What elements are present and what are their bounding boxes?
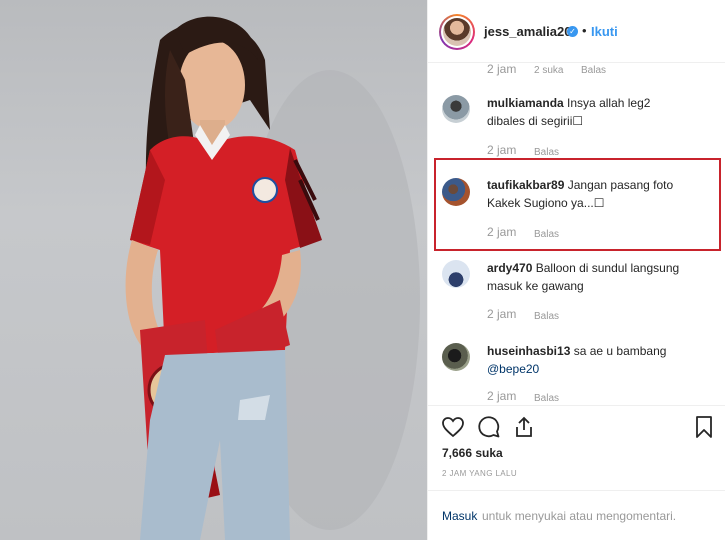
reply-button[interactable]: Balas xyxy=(534,226,559,240)
post-side-panel: jess_amalia20 ✓ • Ikuti 2 jam 2 suka Bal… xyxy=(427,0,725,540)
post-photo xyxy=(0,0,427,540)
reply-button[interactable]: Balas xyxy=(534,308,559,322)
bookmark-icon[interactable] xyxy=(694,415,714,439)
author-avatar[interactable] xyxy=(439,14,475,50)
commenter-username[interactable]: huseinhasbi13 xyxy=(487,344,570,358)
commenter-avatar[interactable] xyxy=(442,343,470,371)
heart-icon[interactable] xyxy=(441,415,465,439)
comment-text: ardy470 Balloon di sundul langsung masuk… xyxy=(487,261,680,293)
comment-time: 2 jam xyxy=(487,63,517,76)
comment-time: 2 jam xyxy=(487,225,517,239)
post-header: jess_amalia20 ✓ • Ikuti xyxy=(428,0,725,63)
author-username[interactable]: jess_amalia20 xyxy=(484,24,571,39)
commenter-avatar[interactable] xyxy=(442,95,470,123)
commenter-username[interactable]: mulkiamanda xyxy=(487,96,564,110)
post-timestamp: 2 JAM YANG LALU xyxy=(442,469,518,478)
commenter-username[interactable]: ardy470 xyxy=(487,261,532,275)
comment-time: 2 jam xyxy=(487,389,517,403)
login-link[interactable]: Masuk xyxy=(442,509,477,523)
comment-text: mulkiamanda Insya allah leg2 dibales di … xyxy=(487,96,651,128)
follow-button[interactable]: Ikuti xyxy=(591,24,618,39)
post-photo-illustration xyxy=(125,16,420,540)
reply-button[interactable]: Balas xyxy=(534,390,559,404)
comment-text: taufikakbar89 Jangan pasang foto Kakek S… xyxy=(487,178,674,210)
separator-dot: • xyxy=(582,23,587,38)
commenter-avatar[interactable] xyxy=(442,260,470,288)
post-actions: 7,666 suka 2 JAM YANG LALU Masuk untuk m… xyxy=(428,405,725,540)
comment-likes[interactable]: 2 suka xyxy=(534,63,563,76)
comment-time: 2 jam xyxy=(487,143,517,157)
share-icon[interactable] xyxy=(512,415,536,439)
comments-list[interactable]: 2 jam 2 suka Balas mulkiamanda Insya all… xyxy=(428,63,725,405)
mention-link[interactable]: @bepe20 xyxy=(487,362,539,376)
verified-badge-icon: ✓ xyxy=(567,26,578,37)
login-prompt-text: untuk menyukai atau mengomentari. xyxy=(482,509,677,523)
comment-text: huseinhasbi13 sa ae u bambang @bepe20 xyxy=(487,344,667,376)
commenter-username[interactable]: taufikakbar89 xyxy=(487,178,564,192)
comment-icon[interactable] xyxy=(477,415,501,439)
likes-count[interactable]: 7,666 suka xyxy=(442,446,503,460)
reply-button[interactable]: Balas xyxy=(581,63,606,76)
comment-time: 2 jam xyxy=(487,307,517,321)
login-prompt: Masuk untuk menyukai atau mengomentari. xyxy=(428,490,725,540)
reply-button[interactable]: Balas xyxy=(534,144,559,158)
commenter-avatar[interactable] xyxy=(442,178,470,206)
